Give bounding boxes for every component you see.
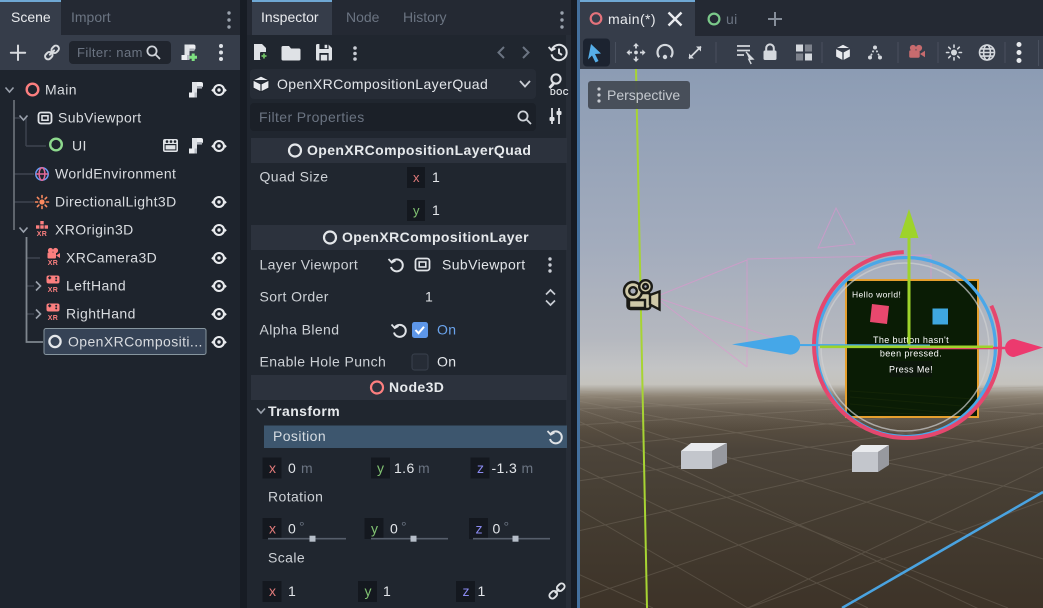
svg-text:Enable Hole Punch: Enable Hole Punch <box>260 354 387 370</box>
svg-text:0: 0 <box>288 521 296 537</box>
svg-text:-1.3: -1.3 <box>492 460 518 476</box>
svg-text:SubViewport: SubViewport <box>442 257 526 273</box>
svg-text:XR: XR <box>48 315 59 322</box>
svg-text:Main: Main <box>45 82 77 98</box>
svg-text:m: m <box>522 460 534 476</box>
svg-text:x: x <box>269 460 276 476</box>
svg-text:z: z <box>476 521 483 537</box>
svg-text:Hello world!: Hello world! <box>852 290 901 300</box>
svg-text:OpenXRCompositi...: OpenXRCompositi... <box>68 334 203 350</box>
svg-text:0: 0 <box>493 521 501 537</box>
svg-text:Node3D: Node3D <box>389 379 444 395</box>
svg-text:On: On <box>437 354 456 370</box>
svg-text:x: x <box>269 521 276 537</box>
svg-text:SubViewport: SubViewport <box>58 110 142 126</box>
svg-text:OpenXRCompositionLayerQuad: OpenXRCompositionLayerQuad <box>277 76 488 92</box>
svg-text:z: z <box>463 583 470 599</box>
svg-text:Filter Properties: Filter Properties <box>259 109 365 125</box>
svg-text:y: y <box>413 203 420 218</box>
svg-text:RightHand: RightHand <box>66 306 136 322</box>
svg-text:1: 1 <box>432 202 440 218</box>
svg-text:XR: XR <box>48 260 59 267</box>
svg-text:°: ° <box>504 519 510 535</box>
svg-text:Alpha Blend: Alpha Blend <box>260 322 340 338</box>
svg-text:m: m <box>418 460 430 476</box>
svg-text:1: 1 <box>478 583 486 599</box>
svg-text:Transform: Transform <box>268 403 340 419</box>
svg-text:been pressed.: been pressed. <box>880 349 942 359</box>
svg-text:XR: XR <box>48 287 59 294</box>
svg-text:XROrigin3D: XROrigin3D <box>55 222 134 238</box>
svg-text:UI: UI <box>72 138 87 154</box>
svg-text:Position: Position <box>273 428 326 444</box>
svg-text:m: m <box>301 460 313 476</box>
svg-text:x: x <box>269 583 276 599</box>
svg-text:The button hasn't: The button hasn't <box>873 335 949 345</box>
svg-text:main(*): main(*) <box>608 11 656 27</box>
svg-text:OpenXRCompositionLayer: OpenXRCompositionLayer <box>342 229 529 245</box>
svg-text:LeftHand: LeftHand <box>66 278 126 294</box>
svg-text:1: 1 <box>432 169 440 185</box>
svg-text:XRCamera3D: XRCamera3D <box>66 250 157 266</box>
svg-text:0: 0 <box>390 521 398 537</box>
svg-text:y: y <box>377 460 384 476</box>
svg-text:DirectionalLight3D: DirectionalLight3D <box>55 194 177 210</box>
svg-text:WorldEnvironment: WorldEnvironment <box>55 166 176 182</box>
svg-text:Press Me!: Press Me! <box>889 365 933 375</box>
svg-text:DOC: DOC <box>550 88 569 97</box>
svg-text:XR: XR <box>37 231 48 238</box>
svg-text:Layer Viewport: Layer Viewport <box>260 257 359 273</box>
svg-text:y: y <box>365 583 372 599</box>
svg-text:0: 0 <box>288 460 296 476</box>
svg-text:1.6: 1.6 <box>394 460 415 476</box>
svg-text:1: 1 <box>425 289 433 305</box>
svg-text:ui: ui <box>726 11 738 27</box>
svg-text:°: ° <box>401 519 407 535</box>
svg-text:z: z <box>477 460 484 476</box>
svg-text:Sort Order: Sort Order <box>260 289 329 305</box>
svg-text:1: 1 <box>383 583 391 599</box>
svg-text:Rotation: Rotation <box>268 489 323 505</box>
svg-text:Quad Size: Quad Size <box>260 169 329 185</box>
svg-text:y: y <box>371 521 378 537</box>
svg-text:1: 1 <box>288 583 296 599</box>
svg-text:OpenXRCompositionLayerQuad: OpenXRCompositionLayerQuad <box>307 142 531 158</box>
svg-text:°: ° <box>299 519 305 535</box>
svg-text:Filter: nam: Filter: nam <box>77 45 143 60</box>
svg-text:On: On <box>437 322 456 338</box>
svg-text:Scale: Scale <box>268 550 305 566</box>
svg-text:x: x <box>413 170 420 185</box>
